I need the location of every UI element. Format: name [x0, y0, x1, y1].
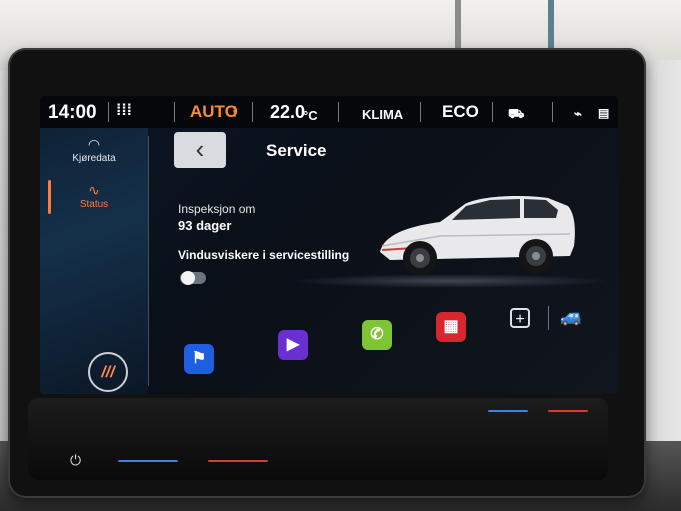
- vehicle-image: [370, 184, 580, 284]
- back-button[interactable]: ‹: [174, 132, 226, 168]
- status-separator: [420, 102, 421, 122]
- status-separator: [252, 102, 253, 122]
- temp-slider-left-red[interactable]: [208, 460, 268, 462]
- power-icon[interactable]: ⏻: [70, 452, 81, 469]
- inspection-label: Inspeksjon om: [178, 202, 256, 216]
- auto-indicator-icon: ⁝: [232, 104, 238, 121]
- car-assist-icon[interactable]: ⛟: [508, 106, 524, 124]
- status-separator: [174, 102, 175, 122]
- connectivity-icon[interactable]: ⌁: [574, 106, 582, 122]
- status-separator: [108, 102, 109, 122]
- infotainment-screen: 14:00 ⁞⁞⁞ AUTO ⁝ 22.0 °C KLIMA ECO ⛟ ⌁ ▤…: [40, 96, 618, 394]
- phone-icon[interactable]: ✆: [362, 320, 392, 350]
- sidebar-item-label: Kjøredata: [72, 153, 116, 164]
- sidebar-divider: [148, 136, 149, 386]
- play-icon[interactable]: ▶: [278, 330, 308, 360]
- gauge-icon: ◠: [87, 136, 101, 152]
- drive-mode-button[interactable]: ECO: [442, 102, 479, 122]
- temp-slider-right-blue[interactable]: [488, 410, 528, 412]
- wiper-service-toggle-knob[interactable]: [181, 271, 195, 285]
- sidebar-item-label: Status: [79, 199, 109, 210]
- pulse-icon: ∿: [88, 182, 100, 198]
- page-title: Service: [266, 141, 327, 160]
- climate-auto-button[interactable]: AUTO: [190, 102, 238, 122]
- vehicle-icon[interactable]: 🚙: [560, 306, 582, 327]
- status-bar: 14:00 ⁞⁞⁞ AUTO ⁝ 22.0 °C KLIMA ECO ⛟ ⌁ ▤: [40, 96, 618, 128]
- seat-heating-icon[interactable]: ⁞⁞⁞: [116, 102, 132, 120]
- climate-menu-button[interactable]: KLIMA: [362, 107, 403, 122]
- apps-menu-button[interactable]: ///: [88, 352, 128, 392]
- status-separator: [492, 102, 493, 122]
- inspection-value: 93 dager: [178, 218, 232, 233]
- status-separator: [552, 102, 553, 122]
- sidebar: [40, 128, 148, 394]
- temp-slider-left-blue[interactable]: [118, 460, 178, 462]
- wiper-service-label: Vindusviskere i servicestilling: [178, 248, 350, 262]
- sidebar-item-kjoredata[interactable]: ◠ Kjøredata: [40, 136, 148, 164]
- radio-icon[interactable]: ▦: [436, 312, 466, 342]
- navigation-flag-icon[interactable]: ⚑: [184, 344, 214, 374]
- climate-trim-panel: [28, 398, 608, 480]
- temp-slider-right-red[interactable]: [548, 410, 588, 412]
- temperature-value[interactable]: 22.0: [270, 102, 305, 123]
- temperature-unit: °C: [303, 108, 318, 123]
- add-app-button[interactable]: +: [510, 308, 530, 328]
- appbar-separator: [548, 306, 549, 330]
- sidebar-item-status[interactable]: ∿ Status: [40, 182, 148, 210]
- notifications-icon[interactable]: ▤: [598, 106, 609, 120]
- clock: 14:00: [48, 102, 97, 123]
- status-separator: [338, 102, 339, 122]
